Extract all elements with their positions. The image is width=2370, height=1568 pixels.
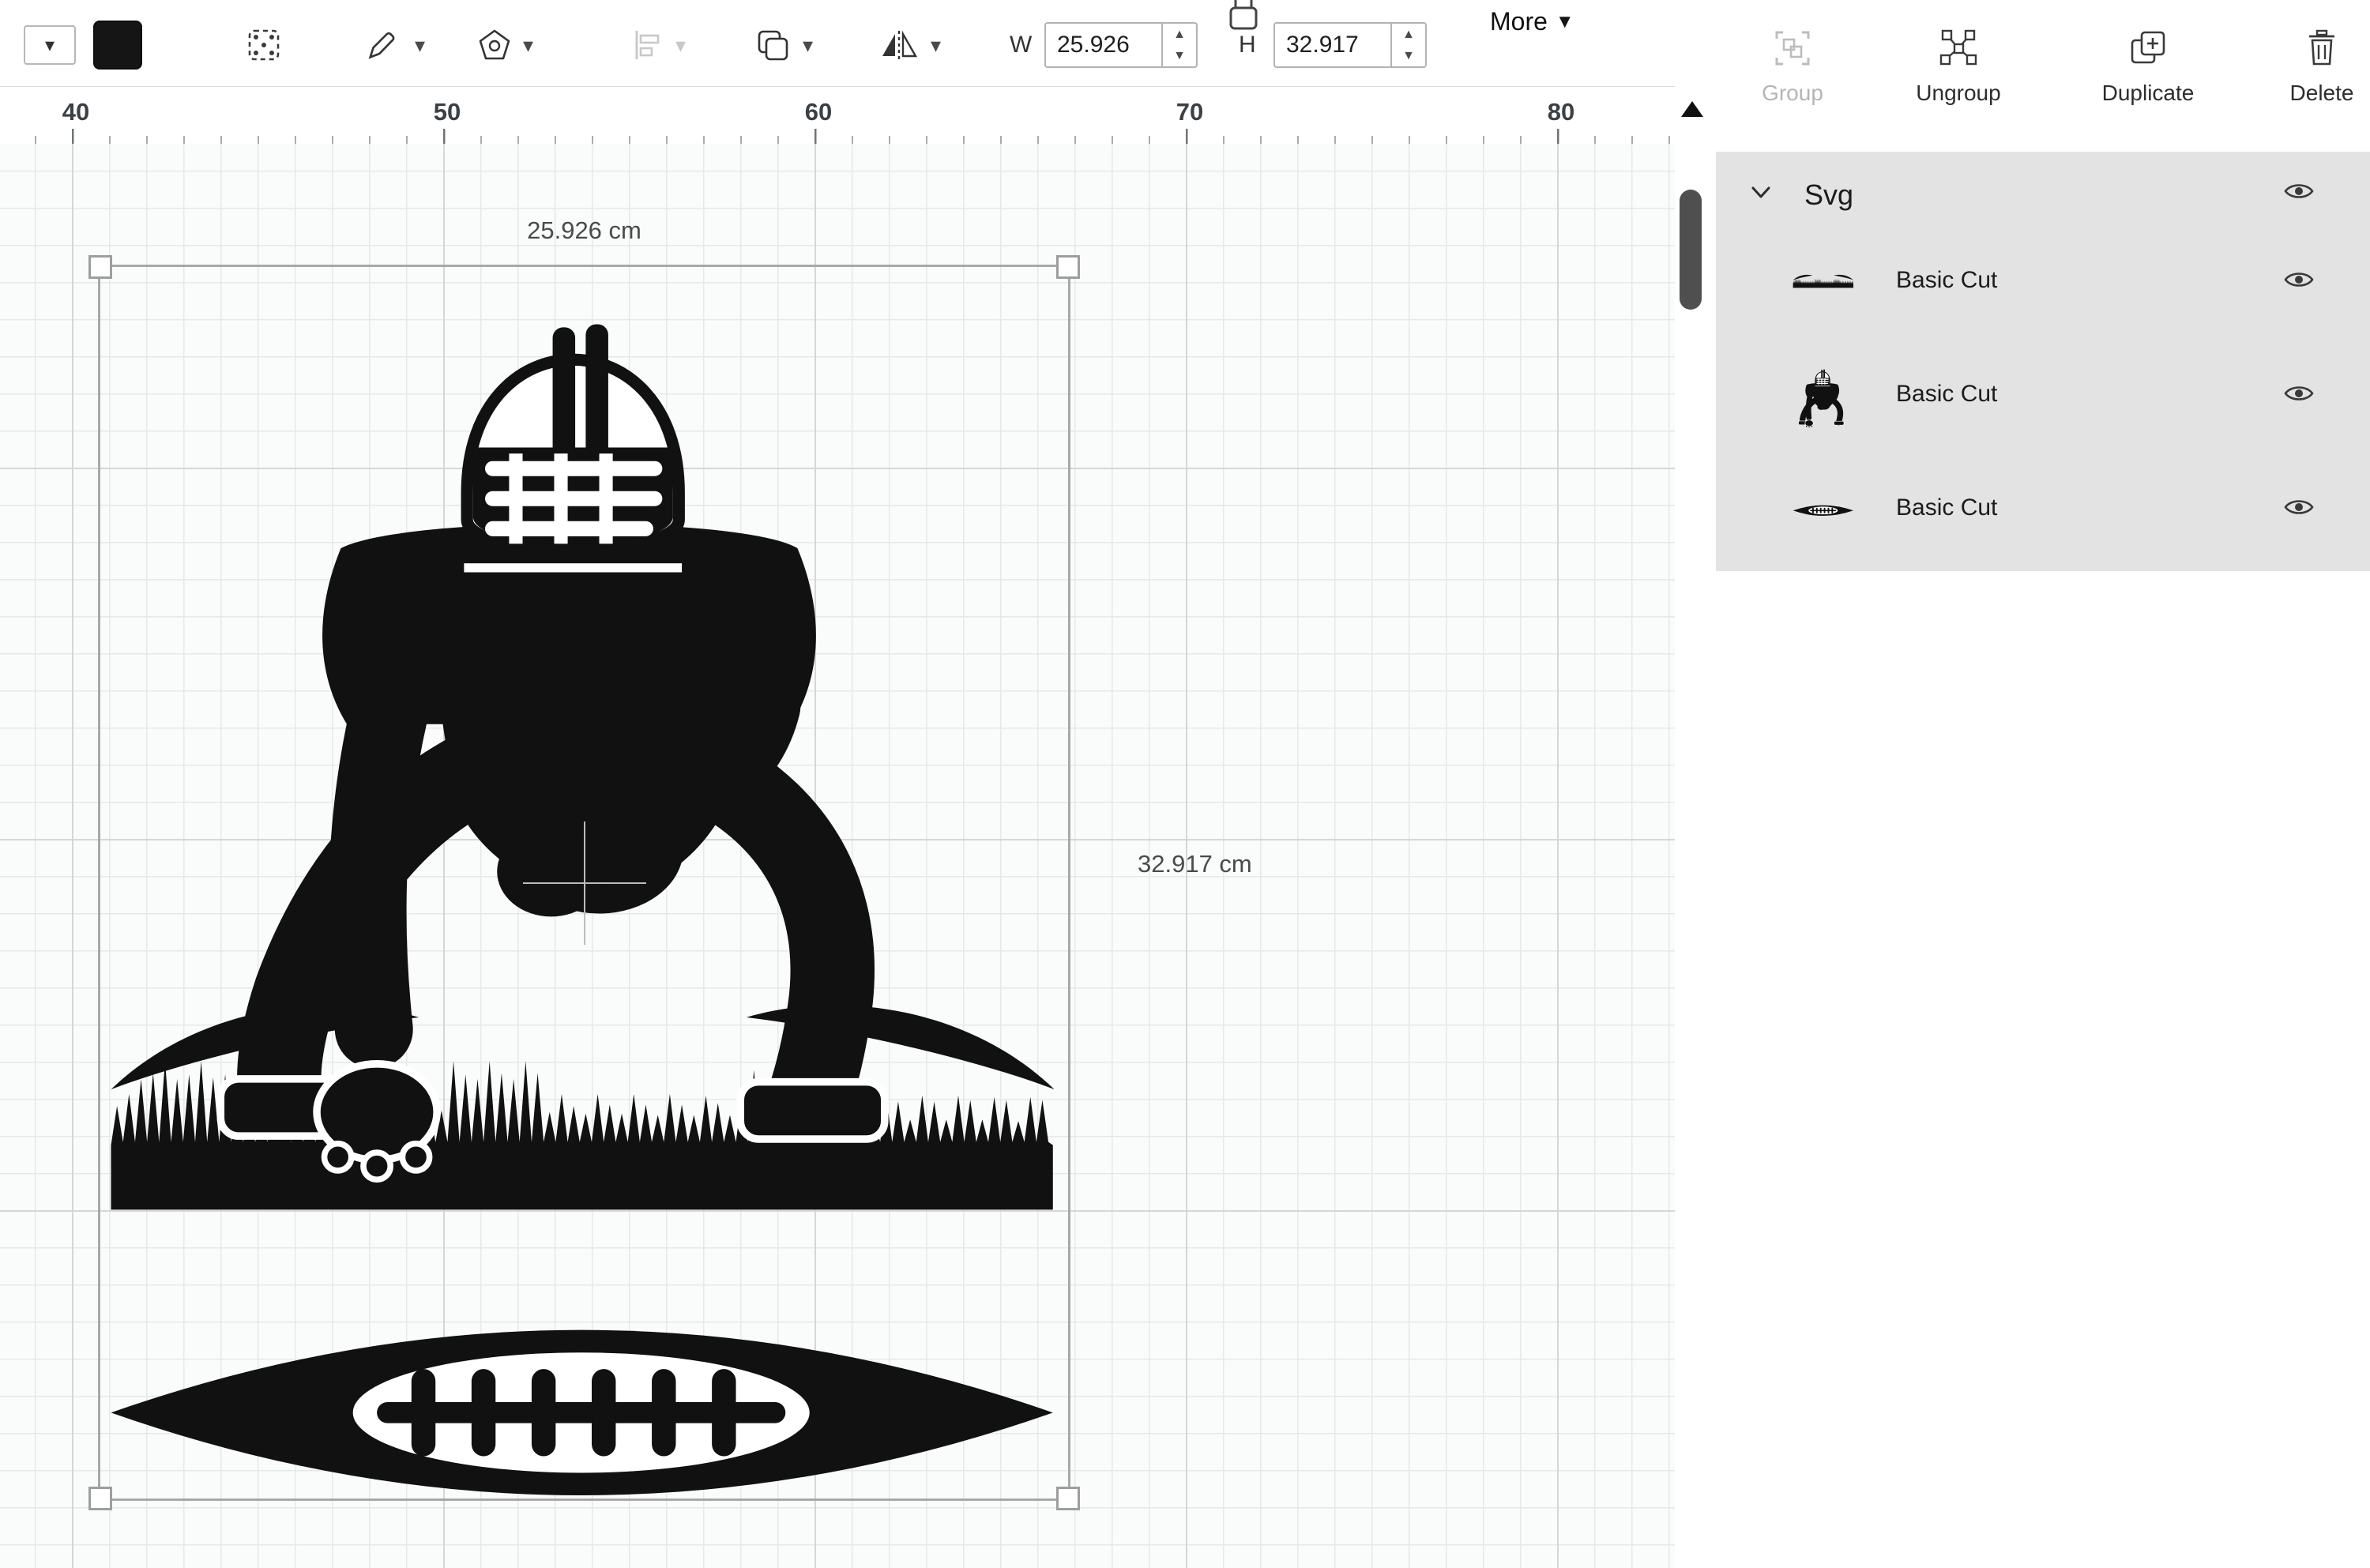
selection-center-crosshair	[583, 821, 585, 945]
marquee-select-icon	[246, 27, 282, 66]
height-value[interactable]: 32.917	[1275, 24, 1390, 66]
delete-label: Delete	[2289, 81, 2354, 105]
group-button: Group	[1733, 28, 1852, 107]
layer-row-player[interactable]: Basic Cut	[1716, 359, 2370, 434]
group-name: Svg	[1804, 179, 1854, 211]
group-label: Group	[1762, 81, 1823, 105]
aspect-lock-icon[interactable]	[1223, 0, 1264, 30]
pencil-icon	[364, 28, 399, 65]
height-label: H	[1239, 32, 1256, 58]
draw-caret-icon[interactable]: ▾	[415, 35, 425, 55]
select-tool-button[interactable]	[242, 24, 286, 68]
selection-width-text: 25.926 cm	[527, 216, 641, 244]
vertical-scrollbar-thumb[interactable]	[1680, 190, 1702, 310]
ruler-tick: 50	[433, 98, 461, 126]
eye-visibility-icon[interactable]	[2283, 496, 2316, 523]
arrange-caret-icon[interactable]: ▾	[803, 35, 813, 55]
layer-label: Basic Cut	[1896, 267, 1998, 293]
flip-horizontal-icon	[878, 28, 920, 65]
height-input[interactable]: 32.917 ▲ ▼	[1273, 22, 1427, 68]
duplicate-button[interactable]: Duplicate	[2089, 28, 2207, 107]
ungroup-button[interactable]: Ungroup	[1899, 28, 2018, 107]
height-stepper: ▲ ▼	[1390, 24, 1425, 66]
caret-down-icon: ▾	[44, 34, 55, 56]
selection-height-text: 32.917 cm	[1138, 849, 1252, 878]
layer-list: Svg Basic Cut Basic Cut Basic Cut	[1716, 152, 2370, 571]
layer-row-grass[interactable]: Basic Cut	[1716, 245, 2370, 321]
flip-tool-button[interactable]	[877, 24, 921, 68]
ungroup-icon	[1939, 29, 1977, 70]
group-icon	[1774, 29, 1811, 70]
linetype-dropdown[interactable]: ▾	[24, 25, 76, 65]
player-layer-thumbnail	[1792, 365, 1855, 428]
align-tool-button	[624, 24, 668, 68]
layers-panel: Group Ungroup Duplicate Delete Svg Basic…	[1716, 0, 2370, 1568]
resize-handle-bottom-right[interactable]	[1056, 1487, 1080, 1510]
delete-button[interactable]: Delete	[2263, 28, 2370, 107]
align-caret-icon: ▾	[675, 33, 687, 57]
layer-label: Basic Cut	[1896, 381, 1998, 407]
shapes-caret-icon[interactable]: ▾	[523, 35, 533, 55]
ruler-tick: 70	[1176, 98, 1204, 126]
height-stepper-up-icon[interactable]: ▲	[1392, 24, 1425, 45]
layers-stack-icon	[754, 27, 791, 66]
more-label: More	[1490, 7, 1548, 36]
more-caret-icon: ▼	[1555, 10, 1574, 32]
app-root: ▾ ▾ ▾ ▾ ▾ ▾ W 25.926 ▲ ▼ H 32.917 ▲ ▼ Mo…	[0, 0, 2370, 1568]
selection-box[interactable]: 25.926 cm 32.917 cm	[88, 216, 1252, 1510]
resize-handle-top-left[interactable]	[88, 255, 112, 279]
more-button[interactable]: More ▼	[1485, 6, 1579, 37]
width-stepper-down-icon[interactable]: ▼	[1163, 45, 1196, 66]
laces-layer-thumbnail	[1792, 479, 1855, 542]
duplicate-icon	[2129, 29, 2167, 70]
height-stepper-down-icon[interactable]: ▼	[1392, 45, 1425, 66]
resize-handle-top-right[interactable]	[1056, 255, 1080, 279]
width-input[interactable]: 25.926 ▲ ▼	[1044, 22, 1198, 68]
align-icon	[629, 28, 664, 65]
svg-group-header[interactable]: Svg	[1716, 158, 2370, 232]
eye-visibility-icon[interactable]	[2283, 382, 2316, 409]
duplicate-label: Duplicate	[2101, 81, 2195, 105]
shapes-tool-button[interactable]	[472, 24, 517, 68]
design-canvas[interactable]: 25.926 cm 32.917 cm	[0, 144, 1675, 1568]
width-stepper-up-icon[interactable]: ▲	[1163, 24, 1196, 45]
eye-visibility-icon[interactable]	[2283, 269, 2316, 295]
ruler-tick: 80	[1547, 98, 1575, 126]
arrange-tool-button[interactable]	[750, 24, 795, 68]
layer-label: Basic Cut	[1896, 494, 1998, 521]
width-label: W	[1010, 32, 1033, 58]
ruler-tick: 60	[804, 98, 833, 126]
layer-row-laces[interactable]: Basic Cut	[1716, 472, 2370, 548]
trash-icon	[2303, 29, 2341, 70]
polygon-shape-icon	[477, 28, 512, 65]
eye-visibility-icon[interactable]	[2283, 180, 2316, 207]
color-swatch[interactable]	[93, 21, 142, 70]
vertical-scrollbar[interactable]	[1675, 144, 1716, 1568]
resize-handle-bottom-left[interactable]	[88, 1487, 112, 1510]
flip-caret-icon[interactable]: ▾	[931, 35, 941, 55]
horizontal-ruler: 40 50 60 70 80	[0, 86, 1675, 146]
width-value[interactable]: 25.926	[1046, 24, 1161, 66]
scroll-up-arrow-icon[interactable]	[1681, 101, 1703, 117]
draw-tool-button[interactable]	[359, 24, 404, 68]
grass-layer-thumbnail	[1792, 251, 1855, 314]
ruler-tick: 40	[62, 98, 90, 126]
ungroup-label: Ungroup	[1916, 81, 2001, 105]
width-stepper: ▲ ▼	[1161, 24, 1196, 66]
chevron-down-icon[interactable]	[1751, 185, 1771, 205]
